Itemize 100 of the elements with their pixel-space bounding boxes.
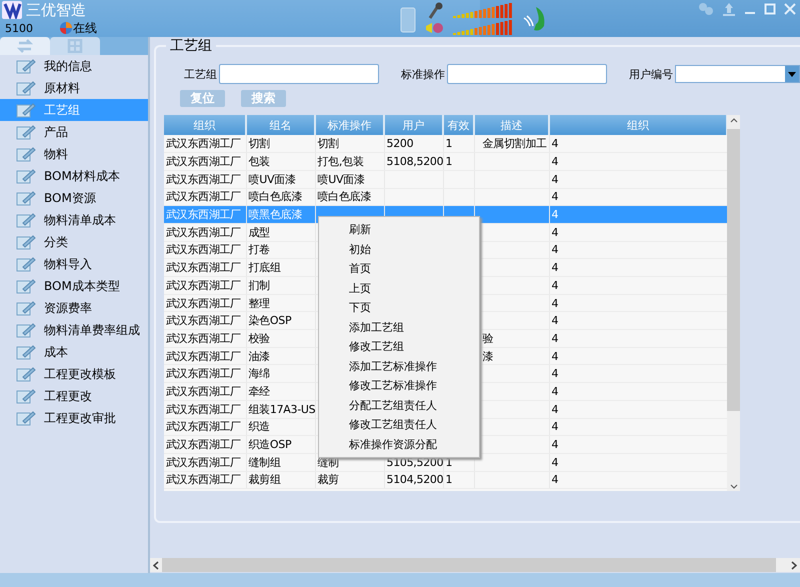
field-label: 工艺组 bbox=[184, 66, 217, 82]
table-cell: 4 bbox=[552, 172, 558, 186]
table-cell: 包装 bbox=[248, 155, 270, 168]
table-cell: 5200 bbox=[386, 137, 414, 150]
table-cell: 武汉东西湖工厂 bbox=[166, 208, 241, 222]
table-cell: 织造OSP bbox=[248, 438, 292, 452]
window-title: 三优智造 bbox=[26, 0, 86, 20]
menu-item[interactable]: 修改工艺标准操作 bbox=[319, 376, 479, 396]
table-cell: 校验 bbox=[248, 332, 270, 345]
table-cell: 4 bbox=[552, 261, 558, 274]
menu-item[interactable]: 修改工艺组 bbox=[319, 337, 479, 356]
menu-item[interactable]: 初始 bbox=[319, 240, 479, 259]
table-cell: 4 bbox=[552, 226, 558, 239]
table-cell: 裁剪组 bbox=[248, 473, 281, 486]
table-cell: 打卷 bbox=[248, 243, 270, 256]
sidebar-item[interactable]: 分类 bbox=[0, 231, 148, 253]
table-cell: 武汉东西湖工厂 bbox=[166, 332, 241, 345]
table-cell: 海绵 bbox=[248, 367, 270, 380]
table-cell: 1 bbox=[446, 473, 452, 486]
table-cell: 喷UV面漆 bbox=[248, 172, 296, 186]
table-cell: 武汉东西湖工厂 bbox=[166, 278, 241, 292]
menu-item[interactable]: 添加工艺标准操作 bbox=[319, 356, 479, 376]
table-cell: 裁剪 bbox=[318, 473, 339, 486]
menu-item[interactable]: 标准操作资源分配 bbox=[319, 434, 479, 454]
table-cell: 缝制组 bbox=[248, 456, 281, 469]
table-cell: 1 bbox=[446, 155, 452, 168]
table-cell: 4 bbox=[552, 296, 558, 310]
table-cell: 武汉东西湖工厂 bbox=[166, 261, 241, 274]
table-cell: 1 bbox=[446, 137, 452, 150]
table-cell: 武汉东西湖工厂 bbox=[166, 402, 241, 416]
table-cell: 喷白色底漆 bbox=[318, 190, 372, 204]
sidebar-item[interactable]: 物料清单成本 bbox=[0, 209, 148, 231]
table-cell: 武汉东西湖工厂 bbox=[166, 155, 241, 168]
sidebar-item[interactable]: BOM材料成本 bbox=[0, 165, 148, 187]
table-cell: 4 bbox=[552, 137, 558, 150]
table-cell: 油漆 bbox=[248, 350, 270, 363]
table-cell: 1 bbox=[446, 456, 452, 469]
menu-item[interactable]: 修改工艺组责任人 bbox=[319, 415, 479, 434]
table-cell: 武汉东西湖工厂 bbox=[166, 137, 241, 150]
table-cell: 武汉东西湖工厂 bbox=[166, 438, 241, 452]
table-cell: 武汉东西湖工厂 bbox=[166, 420, 241, 434]
table-cell: 喷白色底漆 bbox=[248, 190, 302, 204]
menu-item[interactable]: 添加工艺组 bbox=[319, 318, 479, 337]
field-label: 用户编号 bbox=[629, 66, 673, 82]
table-cell: 武汉东西湖工厂 bbox=[166, 367, 241, 380]
sidebar-item[interactable]: 产品 bbox=[0, 121, 148, 143]
table-cell: 4 bbox=[552, 243, 558, 256]
table-cell: 4 bbox=[552, 420, 558, 434]
table-cell: 4 bbox=[552, 367, 558, 380]
sidebar-item[interactable]: 我的信息 bbox=[0, 55, 148, 77]
sidebar-item[interactable]: 工程更改审批 bbox=[0, 407, 148, 429]
table-cell: 切割 bbox=[248, 137, 270, 150]
sidebar-item[interactable]: BOM成本类型 bbox=[0, 275, 148, 297]
table-cell: 4 bbox=[552, 384, 558, 398]
table-cell: 武汉东西湖工厂 bbox=[166, 296, 241, 310]
sidebar-item[interactable]: 物料清单费率组成 bbox=[0, 319, 148, 341]
table-cell: 武汉东西湖工厂 bbox=[166, 456, 241, 469]
table-cell: 缝制 bbox=[318, 456, 339, 469]
table-cell: 武汉东西湖工厂 bbox=[166, 384, 241, 398]
table-cell: 喷UV面漆 bbox=[318, 172, 365, 186]
table-cell: 牵经 bbox=[248, 384, 270, 398]
menu-item[interactable]: 首页 bbox=[319, 259, 479, 278]
table-cell: 4 bbox=[552, 456, 558, 469]
sidebar-item[interactable]: 工程更改 bbox=[0, 385, 148, 407]
sidebar-item[interactable]: 成本 bbox=[0, 341, 148, 363]
sidebar-item[interactable]: 物料 bbox=[0, 143, 148, 165]
table-cell: 4 bbox=[552, 350, 558, 363]
table-cell: 武汉东西湖工厂 bbox=[166, 350, 241, 363]
sidebar-item[interactable]: 资源费率 bbox=[0, 297, 148, 319]
table-cell: 成型 bbox=[248, 226, 270, 239]
sidebar-item[interactable]: 原材料 bbox=[0, 77, 148, 99]
menu-item[interactable]: 分配工艺组责任人 bbox=[319, 396, 479, 415]
menu-item[interactable]: 刷新 bbox=[319, 220, 479, 240]
table-cell: 验 bbox=[482, 332, 494, 345]
table-cell: 打底组 bbox=[248, 261, 281, 274]
table-cell: 金属切割加工 bbox=[482, 137, 547, 150]
table-cell: 4 bbox=[552, 208, 558, 222]
online-status: 在线 bbox=[73, 20, 97, 36]
field-label: 标准操作 bbox=[401, 66, 445, 82]
sidebar-item[interactable]: 物料导入 bbox=[0, 253, 148, 275]
table-cell: 织造 bbox=[248, 420, 270, 434]
table-cell: 喷黑色底漆 bbox=[248, 208, 302, 222]
table-cell: 武汉东西湖工厂 bbox=[166, 226, 241, 239]
sidebar-item[interactable]: 工程更改模板 bbox=[0, 363, 148, 385]
table-cell: 4 bbox=[552, 332, 558, 345]
table-cell: 染色OSP bbox=[248, 314, 292, 328]
user-id: 5100 bbox=[5, 22, 34, 34]
menu-item[interactable]: 下页 bbox=[319, 298, 479, 318]
sidebar-item[interactable]: BOM资源 bbox=[0, 187, 148, 209]
table-cell: 4 bbox=[552, 402, 558, 416]
table-cell: 漆 bbox=[482, 350, 494, 363]
table-cell: 4 bbox=[552, 155, 558, 168]
table-cell: 4 bbox=[552, 438, 558, 452]
table-cell: 4 bbox=[552, 314, 558, 328]
table-cell: 武汉东西湖工厂 bbox=[166, 243, 241, 256]
table-cell: 4 bbox=[552, 190, 558, 204]
table-cell: 4 bbox=[552, 278, 558, 292]
menu-item[interactable]: 上页 bbox=[319, 278, 479, 298]
table-cell: 打包,包装 bbox=[318, 155, 364, 168]
table-cell: 武汉东西湖工厂 bbox=[166, 190, 241, 204]
